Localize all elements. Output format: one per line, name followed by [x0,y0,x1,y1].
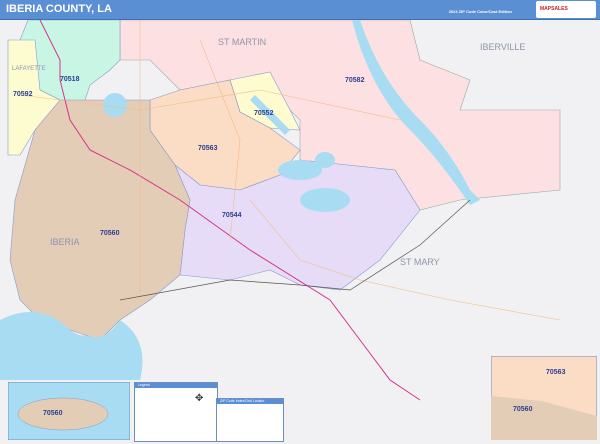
zip-index-title: ZIP Code Index/Grid Locator [217,399,283,404]
map-header: IBERIA COUNTY, LA 2024 ZIP Code Color/Ca… [0,0,600,20]
zip-label-70563: 70563 [198,145,218,152]
compass-icon: ✥ [195,393,204,404]
map-title: IBERIA COUNTY, LA [6,3,112,15]
inset-map-left[interactable]: 70560 [8,382,130,440]
zip-index-panel: ZIP Code Index/Grid Locator [216,398,284,442]
map-subtitle: 2024 ZIP Code Color/Cast Edition [448,9,512,14]
county-label-st-martin: ST MARTIN [218,37,266,47]
county-label-iberville: IBERVILLE [480,42,525,52]
inset-zip-label-70563: 70563 [546,369,566,376]
zip-label-70592: 70592 [13,91,33,98]
zip-label-70582: 70582 [345,77,365,84]
county-label-st-mary: ST MARY [400,257,440,267]
zip-label-70552: 70552 [254,110,274,117]
inset-zip-label-70560: 70560 [513,406,533,413]
inset-map-right[interactable]: 70563 70560 [491,356,597,440]
county-label-lafayette: LAFAYETTE [12,66,46,72]
county-label-iberia: IBERIA [50,237,80,247]
inset-zip-label: 70560 [43,410,63,417]
zip-label-70544: 70544 [222,212,242,219]
zip-label-70560: 70560 [100,230,120,237]
zip-label-70518: 70518 [60,76,80,83]
publisher-logo: MAPSALES [536,1,596,18]
legend-title: Legend [135,383,217,388]
legend-panel: Legend ✥ [134,382,218,442]
